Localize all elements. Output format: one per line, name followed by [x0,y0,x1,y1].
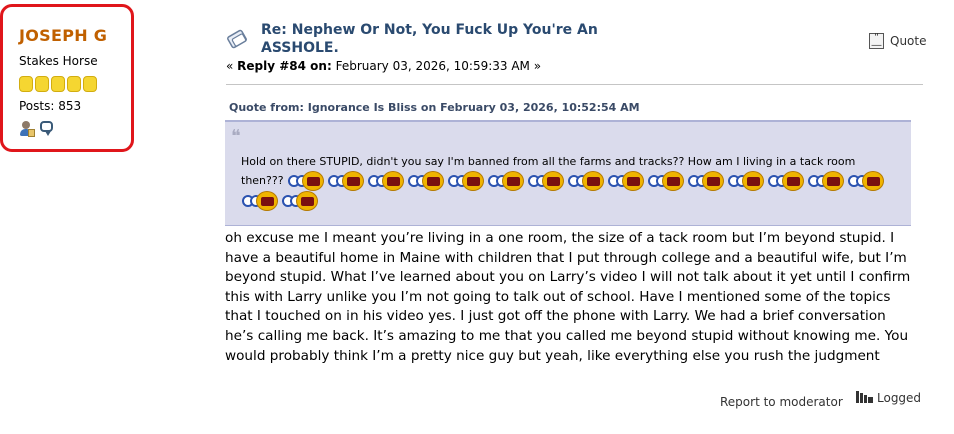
header-divider [226,84,923,85]
personal-message-icon[interactable] [39,120,55,136]
profile-icon[interactable] [19,120,35,138]
meta-prefix: « [226,59,238,73]
post-date: February 03, 2026, 10:59:33 AM » [331,59,542,73]
emoticon-icon [568,171,606,191]
emoticon-icon [688,171,726,191]
logged-indicator: Logged [856,391,921,405]
emoticon-icon [808,171,846,191]
emoticon-icon [648,171,686,191]
emoticon-icon [282,191,320,211]
emoticon-icon [728,171,766,191]
emoticon-icon [848,171,886,191]
emoticon-icon [408,171,446,191]
quote-marks-icon: ❝ [231,126,241,147]
quote-button[interactable]: " ― Quote [869,33,927,51]
rank-stars [19,76,97,92]
emoticon-icon [288,171,326,191]
quote-header-link[interactable]: Quote from: Ignorance Is Bliss on Februa… [229,101,640,114]
poster-name[interactable]: JOSEPH G [19,26,107,45]
poster-actions [19,120,55,138]
logged-ip-icon [856,391,874,405]
post-body: oh excuse me I meant you’re living in a … [225,230,911,364]
logged-label: Logged [877,391,922,405]
star-icon [67,76,81,92]
poster-post-count: Posts: 853 [19,99,82,113]
emoticon-icon [242,191,280,211]
star-icon [51,76,65,92]
poster-info-highlight: JOSEPH G Stakes Horse Posts: 853 [0,4,134,152]
emoticon-icon [448,171,486,191]
post-icon [227,28,249,50]
smiley-row [241,171,887,211]
emoticon-icon [488,171,526,191]
emoticon-icon [608,171,646,191]
quote-box: ❝ Hold on there STUPID, didn't you say I… [225,120,911,226]
emoticon-icon [528,171,566,191]
quote-button-label: Quote [890,34,927,48]
emoticon-icon [768,171,806,191]
star-icon [35,76,49,92]
poster-rank-title: Stakes Horse [19,54,98,68]
emoticon-icon [368,171,406,191]
report-to-moderator-link[interactable]: Report to moderator [720,395,843,409]
reply-number: Reply #84 on: [237,59,332,73]
post-title-link[interactable]: Re: Nephew Or Not, You Fuck Up You're An… [261,21,601,57]
star-icon [83,76,97,92]
quote-icon: " ― [869,33,884,51]
star-icon [19,76,33,92]
post-meta: « Reply #84 on: February 03, 2026, 10:59… [226,59,541,73]
quote-text: Hold on there STUPID, didn't you say I'm… [241,152,891,211]
emoticon-icon [328,171,366,191]
